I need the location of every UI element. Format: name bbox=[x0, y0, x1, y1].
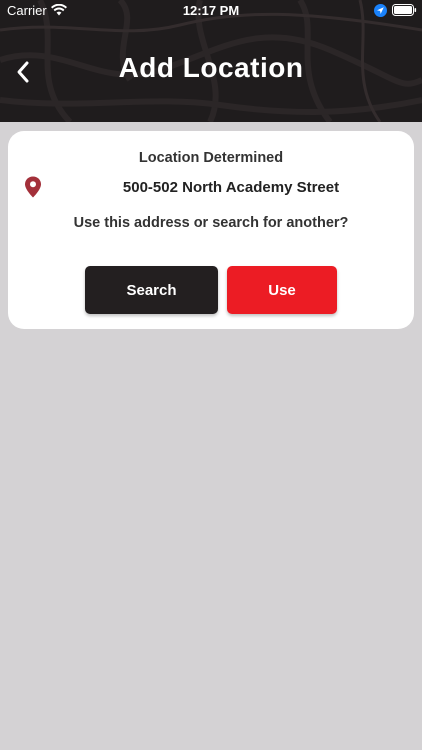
search-button[interactable]: Search bbox=[85, 266, 218, 314]
status-time: 12:17 PM bbox=[182, 3, 240, 18]
map-pin-icon bbox=[25, 176, 41, 198]
page-title: Add Location bbox=[118, 52, 304, 83]
location-status-heading: Location Determined bbox=[138, 150, 284, 166]
battery-icon bbox=[392, 4, 417, 16]
status-bar: Carrier 12:17 PM bbox=[0, 0, 422, 22]
address-text: 500-502 North Academy Street bbox=[122, 179, 340, 196]
location-card: Location Determined 500-502 North Academ… bbox=[8, 131, 414, 329]
address-prompt: Use this address or search for another? bbox=[73, 215, 349, 231]
use-button[interactable]: Use bbox=[227, 266, 337, 314]
header-bar: Carrier 12:17 PM Add Location bbox=[0, 0, 422, 122]
location-arrow-icon bbox=[374, 4, 387, 17]
